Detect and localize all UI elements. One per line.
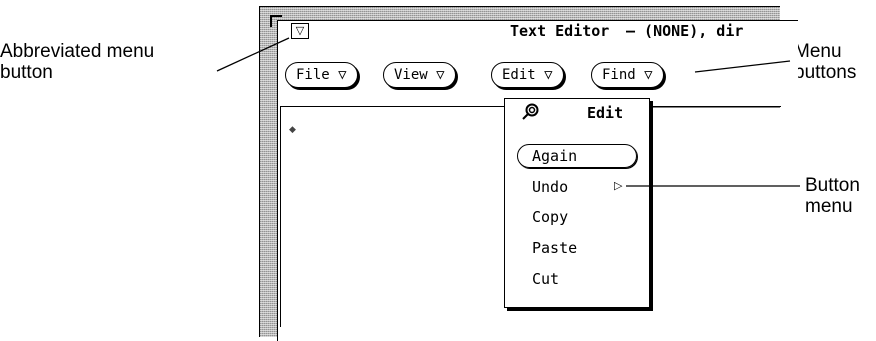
leader-menu-buttons [694,60,791,73]
leader-abbreviated-menu [216,37,290,72]
callout-leader-lines [216,37,800,187]
